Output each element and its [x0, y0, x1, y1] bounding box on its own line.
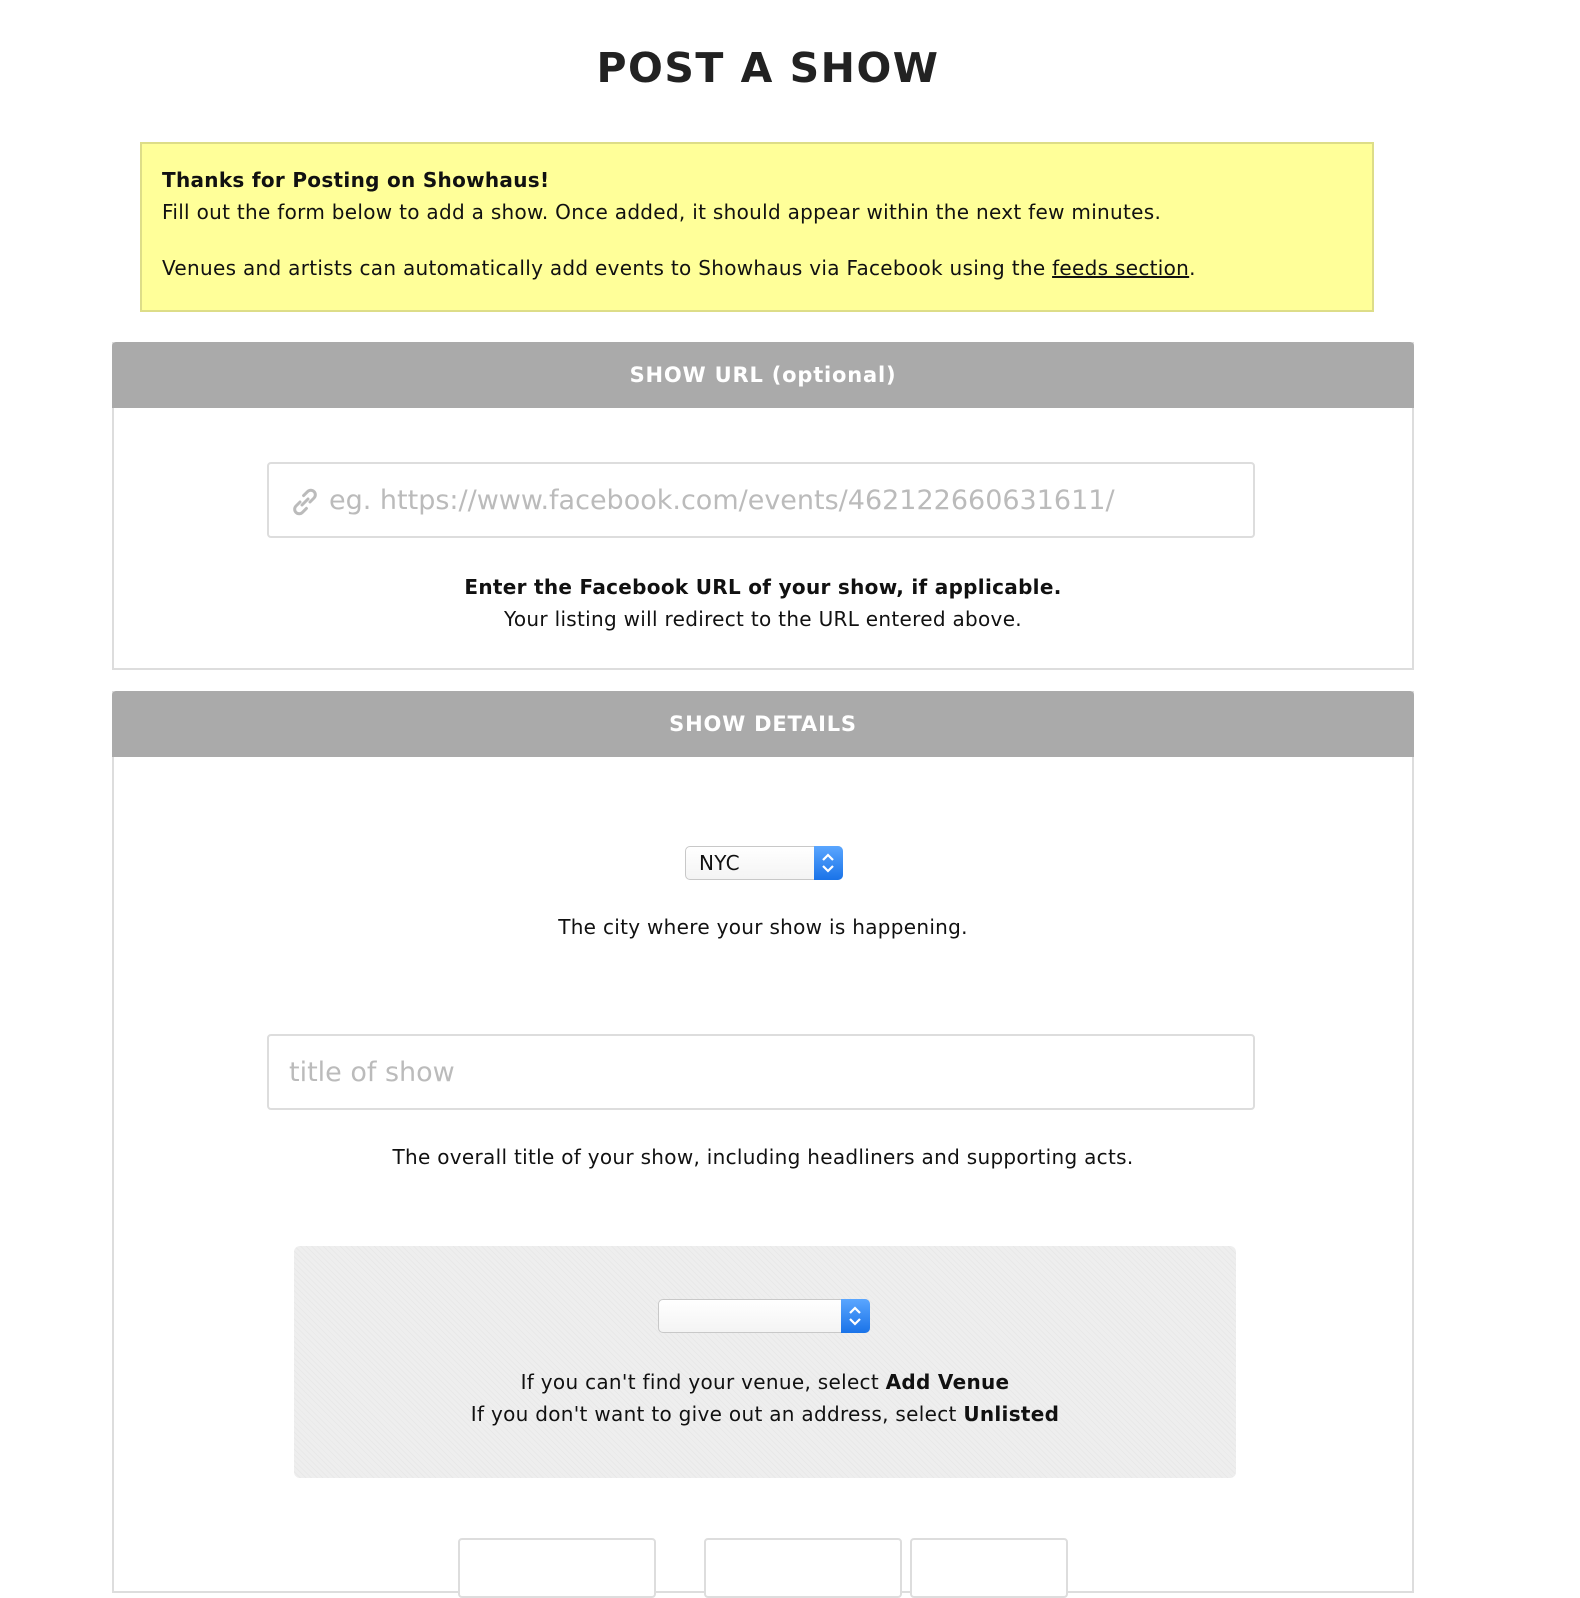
show-url-help: Enter the Facebook URL of your show, if … — [114, 571, 1412, 635]
show-url-field[interactable] — [267, 462, 1255, 538]
notice-line-2-prefix: Venues and artists can automatically add… — [162, 256, 1053, 280]
show-url-help-text: Your listing will redirect to the URL en… — [504, 607, 1022, 631]
feeds-section-link[interactable]: feeds section — [1052, 256, 1189, 280]
notice-line-2: Venues and artists can automatically add… — [162, 252, 1352, 284]
show-url-section-header: SHOW URL (optional) — [112, 342, 1414, 408]
date-field-3[interactable] — [910, 1538, 1068, 1598]
show-title-help: The overall title of your show, includin… — [392, 1145, 1134, 1169]
venue-help-line-2: If you don't want to give out an address… — [294, 1398, 1236, 1430]
venue-help-2-prefix: If you don't want to give out an address… — [470, 1402, 964, 1426]
show-details-section: SHOW DETAILS NYC The city where your sho… — [112, 691, 1414, 1598]
page-title: POST A SHOW — [596, 44, 940, 92]
venue-help-1-prefix: If you can't find your venue, select — [520, 1370, 886, 1394]
select-arrows-icon — [814, 846, 843, 880]
date-field-1[interactable] — [458, 1538, 656, 1598]
select-arrows-icon — [841, 1299, 870, 1333]
venue-help-line-1: If you can't find your venue, select Add… — [294, 1366, 1236, 1398]
show-title-field[interactable] — [267, 1034, 1255, 1110]
link-icon — [293, 488, 317, 516]
city-select[interactable]: NYC — [685, 846, 843, 880]
show-url-input[interactable] — [269, 464, 1253, 536]
city-help: The city where your show is happening. — [558, 915, 968, 939]
add-venue-label: Add Venue — [885, 1370, 1010, 1394]
date-field-2[interactable] — [704, 1538, 902, 1598]
notice-heading: Thanks for Posting on Showhaus! — [162, 168, 550, 192]
notice-spacer — [162, 228, 1352, 252]
notice-line-1: Fill out the form below to add a show. O… — [162, 200, 1162, 224]
show-title-input[interactable] — [269, 1036, 1253, 1108]
notice-line-2-suffix: . — [1189, 256, 1196, 280]
info-notice: Thanks for Posting on Showhaus! Fill out… — [140, 142, 1374, 312]
venue-panel: If you can't find your venue, select Add… — [294, 1246, 1236, 1478]
city-select-value: NYC — [699, 851, 740, 875]
venue-select[interactable] — [658, 1299, 870, 1333]
venue-help: If you can't find your venue, select Add… — [294, 1366, 1236, 1430]
unlisted-label: Unlisted — [963, 1402, 1060, 1426]
show-url-section: SHOW URL (optional) Enter the Facebook U… — [112, 342, 1414, 670]
show-details-section-header: SHOW DETAILS — [112, 691, 1414, 757]
show-url-help-strong: Enter the Facebook URL of your show, if … — [464, 575, 1062, 599]
